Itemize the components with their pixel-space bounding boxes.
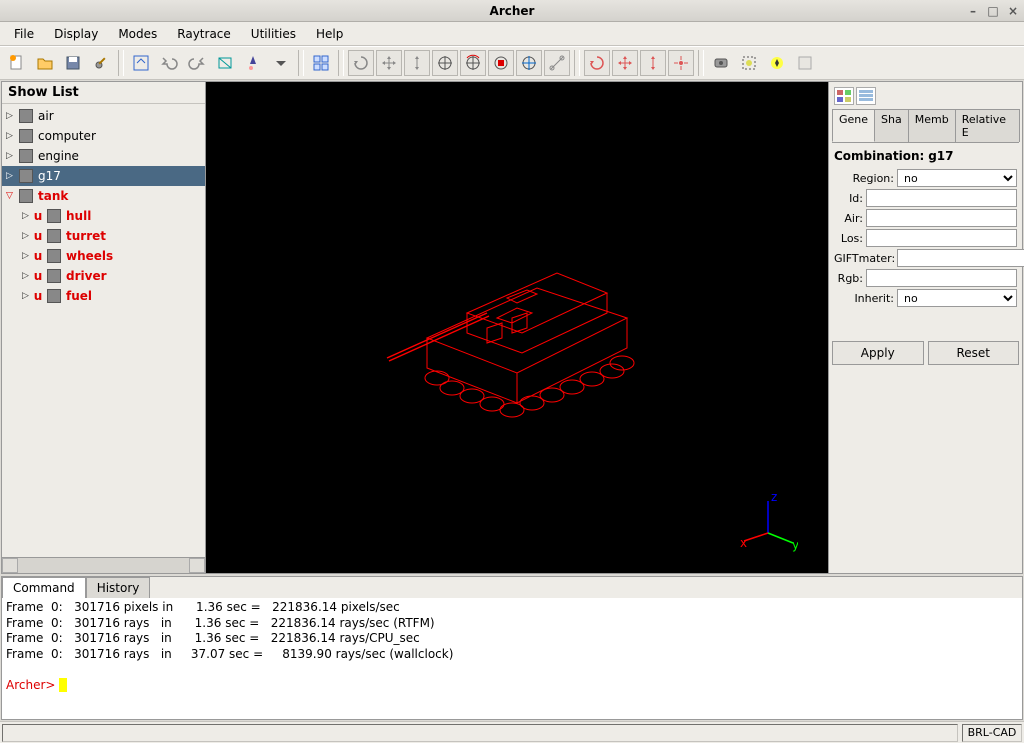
raytrace-icon[interactable]	[708, 50, 734, 76]
preferences-icon[interactable]	[88, 50, 114, 76]
redo-icon[interactable]	[184, 50, 210, 76]
tree-item-air[interactable]: ▷air	[2, 106, 205, 126]
measure-icon[interactable]	[544, 50, 570, 76]
center-axis-icon[interactable]	[516, 50, 542, 76]
inherit-label: Inherit:	[834, 292, 894, 305]
menu-modes[interactable]: Modes	[108, 25, 167, 43]
save-icon[interactable]	[60, 50, 86, 76]
obj-move-icon[interactable]	[612, 50, 638, 76]
id-label: Id:	[834, 192, 863, 205]
tree-item-driver[interactable]: ▷udriver	[2, 266, 205, 286]
clear-icon[interactable]	[792, 50, 818, 76]
separator	[338, 50, 344, 76]
separator	[698, 50, 704, 76]
region-label: Region:	[834, 172, 894, 185]
rgb-input[interactable]	[866, 269, 1017, 287]
console-output[interactable]: Frame 0: 301716 pixels in 1.36 sec = 221…	[2, 598, 1022, 719]
svg-text:z: z	[771, 493, 777, 504]
close-button[interactable]: ×	[1006, 4, 1020, 18]
console-prompt: Archer>	[6, 678, 59, 692]
tab-history[interactable]: History	[86, 577, 151, 598]
dropdown-icon[interactable]	[268, 50, 294, 76]
minimize-button[interactable]: –	[966, 4, 980, 18]
menu-file[interactable]: File	[4, 25, 44, 43]
tree-item-g17[interactable]: ▷g17	[2, 166, 205, 186]
giftmater-input[interactable]	[897, 249, 1024, 267]
obj-origin-icon[interactable]	[668, 50, 694, 76]
open-icon[interactable]	[32, 50, 58, 76]
move-icon[interactable]	[376, 50, 402, 76]
tab-relative[interactable]: Relative E	[955, 109, 1020, 142]
property-tabs: Gene Sha Memb Relative E	[832, 109, 1019, 143]
tree-item-engine[interactable]: ▷engine	[2, 146, 205, 166]
menu-utilities[interactable]: Utilities	[241, 25, 306, 43]
air-input[interactable]	[866, 209, 1017, 227]
framebuffer-icon[interactable]	[736, 50, 762, 76]
id-input[interactable]	[866, 189, 1017, 207]
rgb-label: Rgb:	[834, 272, 863, 285]
svg-text:y: y	[792, 538, 798, 552]
tree-item-fuel[interactable]: ▷ufuel	[2, 286, 205, 306]
reset-button[interactable]: Reset	[928, 341, 1020, 365]
apply-button[interactable]: Apply	[832, 341, 924, 365]
object-tree[interactable]: ▷air ▷computer ▷engine ▷g17 ▽tank ▷uhull…	[2, 104, 205, 557]
los-input[interactable]	[866, 229, 1017, 247]
titlebar: Archer – □ ×	[0, 0, 1024, 22]
separator	[574, 50, 580, 76]
wireframe-icon[interactable]	[212, 50, 238, 76]
window-title: Archer	[490, 4, 535, 18]
tree-item-computer[interactable]: ▷computer	[2, 126, 205, 146]
separator	[118, 50, 124, 76]
tree-title: Show List	[2, 82, 205, 104]
tab-command[interactable]: Command	[2, 577, 86, 598]
tree-item-tank[interactable]: ▽tank	[2, 186, 205, 206]
center-icon[interactable]	[432, 50, 458, 76]
console-panel: Command History Frame 0: 301716 pixels i…	[1, 576, 1023, 720]
view-mode-icon-2[interactable]	[856, 87, 876, 105]
view-mode-icon-1[interactable]	[834, 87, 854, 105]
separator	[298, 50, 304, 76]
maximize-button[interactable]: □	[986, 4, 1000, 18]
toolbar	[0, 46, 1024, 80]
inherit-select[interactable]: no	[897, 289, 1017, 307]
viewport[interactable]: z y x	[206, 82, 828, 573]
tab-members[interactable]: Memb	[908, 109, 956, 142]
obj-rotate-icon[interactable]	[584, 50, 610, 76]
svg-text:x: x	[740, 536, 747, 550]
wireframe-model	[357, 218, 677, 438]
multi-view-icon[interactable]	[308, 50, 334, 76]
menu-raytrace[interactable]: Raytrace	[167, 25, 241, 43]
los-label: Los:	[834, 232, 863, 245]
menu-display[interactable]: Display	[44, 25, 108, 43]
center-select-icon[interactable]	[488, 50, 514, 76]
giftmater-label: GIFTmater:	[834, 252, 894, 265]
region-select[interactable]: no	[897, 169, 1017, 187]
wizard-icon[interactable]	[240, 50, 266, 76]
new-icon[interactable]	[4, 50, 30, 76]
undo-icon[interactable]	[156, 50, 182, 76]
tree-item-wheels[interactable]: ▷uwheels	[2, 246, 205, 266]
menu-help[interactable]: Help	[306, 25, 353, 43]
cut-icon[interactable]	[128, 50, 154, 76]
cursor	[59, 678, 67, 692]
tree-item-hull[interactable]: ▷uhull	[2, 206, 205, 226]
tab-shader[interactable]: Sha	[874, 109, 909, 142]
air-label: Air:	[834, 212, 863, 225]
status-right: BRL-CAD	[962, 724, 1022, 742]
status-left	[2, 724, 958, 742]
tab-general[interactable]: Gene	[832, 109, 875, 142]
menubar: File Display Modes Raytrace Utilities He…	[0, 22, 1024, 46]
tree-item-turret[interactable]: ▷uturret	[2, 226, 205, 246]
left-panel: Show List ▷air ▷computer ▷engine ▷g17 ▽t…	[2, 82, 206, 573]
properties-panel: Gene Sha Memb Relative E Combination: g1…	[828, 82, 1022, 573]
nirt-icon[interactable]	[764, 50, 790, 76]
obj-scale-icon[interactable]	[640, 50, 666, 76]
axes-gizmo: z y x	[738, 493, 798, 553]
combination-label: Combination: g17	[832, 145, 1019, 165]
rotate-icon[interactable]	[348, 50, 374, 76]
center-rotate-icon[interactable]	[460, 50, 486, 76]
statusbar: BRL-CAD	[0, 721, 1024, 743]
tree-scrollbar[interactable]	[2, 557, 205, 573]
scale-icon[interactable]	[404, 50, 430, 76]
